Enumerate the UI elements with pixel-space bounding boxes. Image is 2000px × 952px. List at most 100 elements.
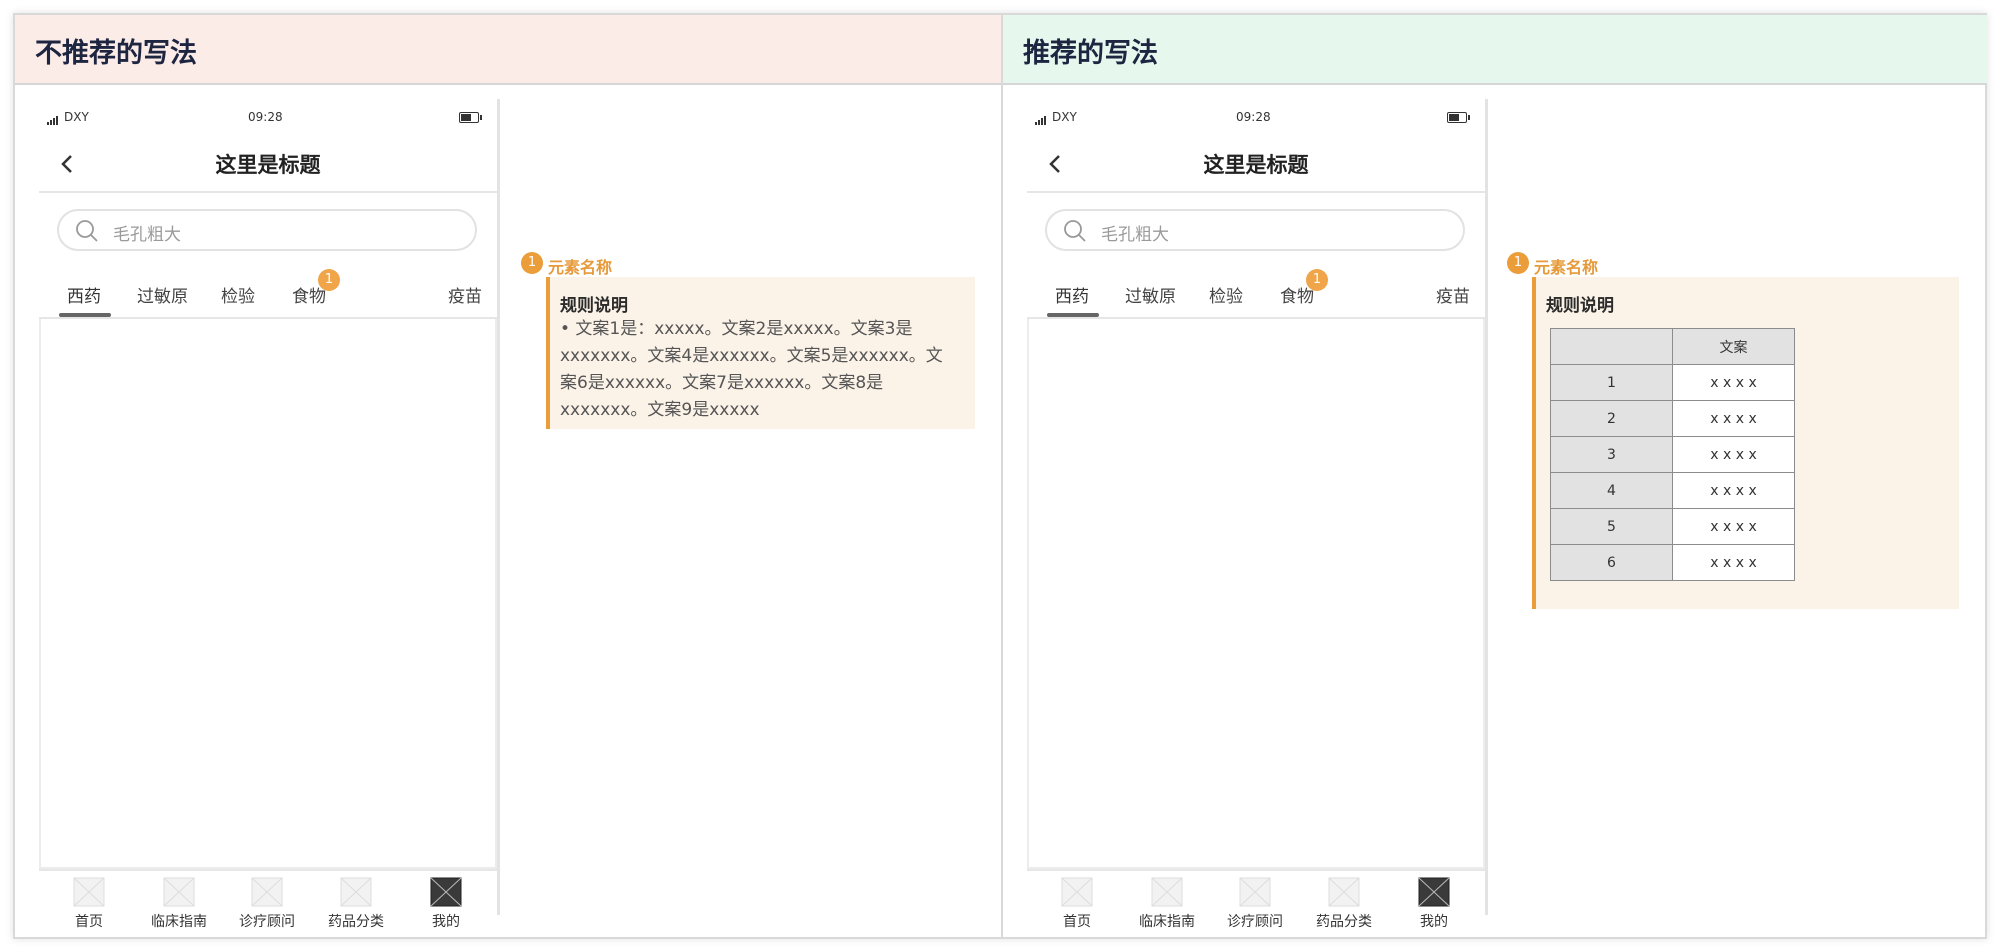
annotation-element-name: 元素名称 [548,258,613,277]
search-input[interactable]: 毛孔粗大 [1045,209,1465,251]
home-placeholder-icon [73,877,105,907]
tabbar-label: 诊疗顾问 [239,914,295,930]
table-cell-text: x x x x [1672,508,1795,545]
panel-title: 不推荐的写法 [35,38,197,69]
table-cell-index: 1 [1550,364,1673,401]
tab-test[interactable]: 检验 [221,282,255,307]
tabbar-item-mine[interactable]: 我的 [1394,877,1474,931]
table-cell-text: x x x x [1672,364,1795,401]
active-tab-indicator [59,313,111,317]
search-icon [76,220,98,242]
tabbar-label: 首页 [75,914,103,930]
tab-allergen[interactable]: 过敏原 [137,282,188,307]
tab-vaccine[interactable]: 疫苗 [448,282,482,307]
consult-placeholder-icon [1239,877,1271,907]
guide-placeholder-icon [1151,877,1183,907]
rule-line: xxxxxxx。文案9是xxxxx [560,400,760,420]
mine-placeholder-icon [1418,877,1450,907]
status-bar: DXY 09:28 [47,109,487,129]
guide-placeholder-icon [163,877,195,907]
tab-test[interactable]: 检验 [1209,282,1243,307]
rule-line: 案6是xxxxxx。文案7是xxxxxx。文案8是 [560,373,884,393]
battery-icon [459,112,482,123]
table-cell-index: 4 [1550,472,1673,509]
mine-placeholder-icon [430,877,462,907]
panel-header: 不推荐的写法 [15,15,1001,85]
panel-title: 推荐的写法 [1023,38,1158,69]
tabbar-label: 我的 [432,914,460,930]
search-input[interactable]: 毛孔粗大 [57,209,477,251]
tab-badge: 1 [1306,269,1328,291]
tabbar-label: 首页 [1063,914,1091,930]
bottom-tab-bar: 首页 临床指南 诊疗顾问 药品分类 我的 [1027,869,1485,930]
table-cell-index: 6 [1550,544,1673,581]
table-cell-text: x x x x [1672,400,1795,437]
annotation-number: 1 [521,252,543,274]
signal-icon [47,111,59,125]
status-bar: DXY 09:28 [1035,109,1475,129]
tabbar-item-mine[interactable]: 我的 [406,877,486,931]
tab-badge: 1 [318,269,340,291]
tabbar-label: 临床指南 [1139,914,1195,930]
table-header-row: 文案 [1550,328,1795,365]
tabbar-label: 药品分类 [1316,914,1372,930]
nav-bar: 这里是标题 [1027,135,1485,193]
tabbar-item-guide[interactable]: 临床指南 [1127,877,1207,931]
table-cell-text: x x x x [1672,544,1795,581]
tabbar-label: 我的 [1420,914,1448,930]
table-row: 2 x x x x [1550,400,1795,437]
carrier-label: DXY [64,110,89,124]
panel-not-recommended: 不推荐的写法 DXY 09:28 这里是标题 毛孔粗大 西药 过敏原 检验 食物… [15,15,1003,937]
status-time: 09:28 [1236,110,1271,124]
annotation-rule-box: 规则说明 • 文案1是：xxxxx。文案2是xxxxx。文案3是 xxxxxxx… [546,277,975,429]
tabbar-item-home[interactable]: 首页 [1037,877,1117,931]
table-cell-index: 2 [1550,400,1673,437]
status-time: 09:28 [248,110,283,124]
content-area [1027,319,1485,869]
panel-recommended: 推荐的写法 DXY 09:28 这里是标题 毛孔粗大 西药 过敏原 检验 食物 … [1003,15,1987,937]
rule-table: 文案 1 x x x x 2 x x x x 3 x x x x 4 x x x… [1550,328,1795,581]
nav-bar: 这里是标题 [39,135,497,193]
drug-category-placeholder-icon [1328,877,1360,907]
rule-body: • 文案1是：xxxxx。文案2是xxxxx。文案3是 xxxxxxx。文案4是… [560,316,971,424]
active-tab-indicator [1047,313,1099,317]
annotation-element-name: 元素名称 [1534,258,1599,277]
rule-line: • 文案1是：xxxxx。文案2是xxxxx。文案3是 [560,319,913,339]
table-row: 1 x x x x [1550,364,1795,401]
tabbar-item-home[interactable]: 首页 [49,877,129,931]
tabbar-item-consult[interactable]: 诊疗顾问 [1215,877,1295,931]
carrier-label: DXY [1052,110,1077,124]
table-cell-text: x x x x [1672,472,1795,509]
tab-vaccine[interactable]: 疫苗 [1436,282,1470,307]
tab-bar: 西药 过敏原 检验 食物 1 疫苗 [39,269,497,319]
annotation-rule-box: 规则说明 文案 1 x x x x 2 x x x x 3 x x x x 4 … [1532,277,1959,609]
table-cell-index: 5 [1550,508,1673,545]
phone-mockup: DXY 09:28 这里是标题 毛孔粗大 西药 过敏原 检验 食物 1 疫苗 首… [39,99,501,930]
drug-category-placeholder-icon [340,877,372,907]
table-row: 6 x x x x [1550,544,1795,581]
rule-title: 规则说明 [1546,296,1614,316]
tabbar-item-consult[interactable]: 诊疗顾问 [227,877,307,931]
home-placeholder-icon [1061,877,1093,907]
nav-title: 这里是标题 [1203,153,1309,177]
table-cell-text: x x x x [1672,436,1795,473]
tabbar-item-guide[interactable]: 临床指南 [139,877,219,931]
signal-icon [1035,111,1047,125]
consult-placeholder-icon [251,877,283,907]
tab-western-medicine[interactable]: 西药 [67,282,101,307]
tabbar-label: 药品分类 [328,914,384,930]
nav-title: 这里是标题 [215,153,321,177]
tabbar-item-drug-category[interactable]: 药品分类 [316,877,396,931]
tabbar-item-drug-category[interactable]: 药品分类 [1304,877,1384,931]
tab-western-medicine[interactable]: 西药 [1055,282,1089,307]
bottom-tab-bar: 首页 临床指南 诊疗顾问 药品分类 我的 [39,869,497,930]
battery-icon [1447,112,1470,123]
search-placeholder: 毛孔粗大 [1101,225,1169,245]
phone-mockup: DXY 09:28 这里是标题 毛孔粗大 西药 过敏原 检验 食物 1 疫苗 首… [1027,99,1489,930]
table-header-cell [1550,328,1673,365]
table-row: 5 x x x x [1550,508,1795,545]
tab-allergen[interactable]: 过敏原 [1125,282,1176,307]
annotation-number: 1 [1507,252,1529,274]
tabbar-label: 诊疗顾问 [1227,914,1283,930]
tab-bar: 西药 过敏原 检验 食物 1 疫苗 [1027,269,1485,319]
